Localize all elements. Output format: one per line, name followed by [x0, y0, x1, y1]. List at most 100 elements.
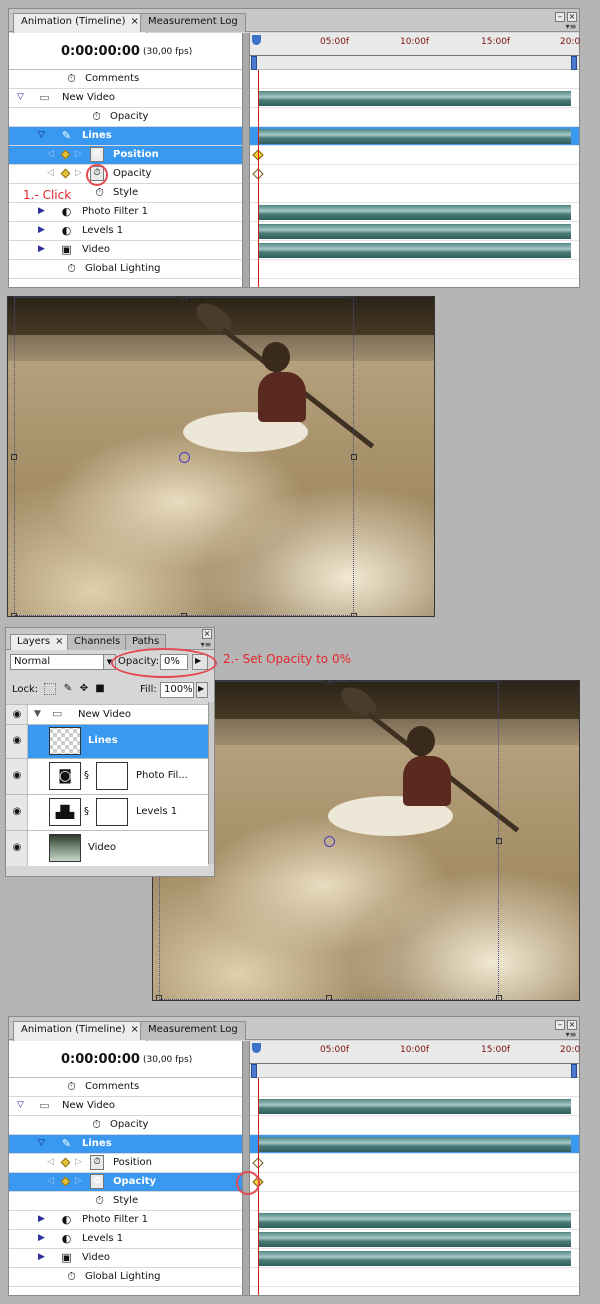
panel-menu-icon[interactable]: ▾≡	[565, 23, 577, 31]
transform-handle[interactable]	[351, 454, 357, 460]
stopwatch-icon[interactable]: ⏱	[90, 1174, 104, 1189]
tab-animation-timeline[interactable]: Animation (Timeline) ×	[13, 1021, 147, 1041]
fill-input[interactable]: 100%	[160, 682, 194, 698]
time-ruler[interactable]: 05:00f 10:00f 15:00f 20:0	[250, 1041, 580, 1078]
row-position[interactable]: ◁ ▷ ⏱ Position	[9, 1154, 242, 1173]
layers-scrollbar[interactable]	[208, 702, 214, 864]
tab-channels[interactable]: Channels	[67, 634, 128, 650]
collapse-triangle-icon[interactable]: ▶	[38, 225, 45, 235]
duration-bar[interactable]	[259, 1251, 571, 1266]
transform-handle[interactable]	[11, 613, 17, 616]
row-comments[interactable]: ⏱ Comments	[9, 1078, 242, 1097]
transform-handle[interactable]	[351, 613, 357, 616]
stopwatch-icon[interactable]: ⏱	[93, 186, 106, 199]
row-photo-filter[interactable]: ▶ ◐ Photo Filter 1	[9, 203, 242, 222]
stopwatch-icon[interactable]: ⏱	[90, 110, 103, 123]
stopwatch-icon[interactable]: ⏱	[90, 1118, 103, 1131]
add-keyframe-icon[interactable]	[60, 1157, 71, 1168]
add-keyframe-icon[interactable]	[60, 1176, 71, 1187]
expand-triangle-icon[interactable]: ▼	[34, 709, 41, 719]
transform-handle[interactable]	[496, 838, 502, 844]
prev-keyframe-icon[interactable]: ◁	[47, 1157, 54, 1167]
fill-slider-button[interactable]: ▶	[196, 682, 208, 698]
reference-point-icon[interactable]	[179, 452, 190, 463]
playhead-icon[interactable]	[252, 35, 261, 45]
column-splitter[interactable]	[242, 33, 250, 287]
next-keyframe-icon[interactable]: ▷	[75, 1176, 82, 1186]
add-keyframe-icon[interactable]	[60, 168, 71, 179]
current-timecode[interactable]: 0:00:00:00	[61, 44, 140, 59]
row-video[interactable]: ▶ ▣ Video	[9, 241, 242, 260]
prev-keyframe-icon[interactable]: ◁	[47, 168, 54, 178]
stopwatch-icon[interactable]: ⏱	[90, 1155, 104, 1170]
row-comments[interactable]: ⏱ Comments	[9, 70, 242, 89]
prev-keyframe-icon[interactable]: ◁	[47, 149, 54, 159]
visibility-eye-icon[interactable]: ◉	[10, 806, 24, 818]
transform-handle[interactable]	[351, 297, 357, 300]
close-panel-icon[interactable]: ×	[567, 12, 577, 22]
duration-bar[interactable]	[259, 129, 571, 144]
row-video[interactable]: ▶ ▣ Video	[9, 1249, 242, 1268]
duration-bar[interactable]	[259, 1213, 571, 1228]
duration-bar[interactable]	[259, 1137, 571, 1152]
stopwatch-icon[interactable]: ⏱	[65, 72, 78, 85]
prev-keyframe-icon[interactable]: ◁	[47, 1176, 54, 1186]
row-new-video[interactable]: ▽ ▭ New Video	[9, 89, 242, 108]
stopwatch-icon[interactable]: ⏱	[93, 1194, 106, 1207]
row-levels[interactable]: ▶ ◐ Levels 1	[9, 222, 242, 241]
row-lines[interactable]: ▽ ✎ Lines	[9, 127, 242, 146]
row-opacity-lines[interactable]: ◁ ▷ ⏱ Opacity	[9, 165, 242, 184]
tab-measurement-log[interactable]: Measurement Log	[140, 13, 246, 32]
duration-bar[interactable]	[259, 205, 571, 220]
expand-triangle-icon[interactable]: ▽	[38, 130, 45, 140]
close-panel-icon[interactable]: ×	[567, 1020, 577, 1030]
current-timecode[interactable]: 0:00:00:00	[61, 1052, 140, 1067]
close-icon[interactable]: ×	[130, 16, 138, 27]
work-area-end-handle[interactable]	[571, 56, 577, 70]
tab-animation-timeline[interactable]: Animation (Timeline) ×	[13, 13, 147, 33]
layer-group-new-video[interactable]: ◉ ▼ ▭ New Video	[6, 704, 208, 724]
next-keyframe-icon[interactable]: ▷	[75, 168, 82, 178]
duration-bar[interactable]	[259, 224, 571, 239]
time-ruler[interactable]: 05:00f 10:00f 15:00f 20:0	[250, 33, 580, 70]
close-panel-icon[interactable]: ×	[202, 629, 212, 639]
transform-handle[interactable]	[496, 681, 502, 684]
minimize-icon[interactable]: –	[555, 1020, 565, 1030]
transform-handle[interactable]	[496, 995, 502, 1000]
stopwatch-icon[interactable]: ⏱	[65, 1270, 78, 1283]
transform-handle[interactable]	[326, 995, 332, 1000]
lock-all-icon[interactable]: ■	[94, 683, 106, 695]
stopwatch-icon[interactable]: ⏱	[65, 262, 78, 275]
collapse-triangle-icon[interactable]: ▶	[38, 1214, 45, 1224]
work-area-end-handle[interactable]	[571, 1064, 577, 1078]
row-opacity[interactable]: ⏱ Opacity	[9, 108, 242, 127]
panel-menu-icon[interactable]: ▾≡	[200, 641, 212, 649]
stopwatch-icon[interactable]: ⏱	[65, 1080, 78, 1093]
duration-bar[interactable]	[259, 1232, 571, 1247]
row-opacity[interactable]: ⏱ Opacity	[9, 1116, 242, 1135]
collapse-triangle-icon[interactable]: ▶	[38, 206, 45, 216]
work-area-start-handle[interactable]	[251, 56, 257, 70]
duration-bar[interactable]	[259, 243, 571, 258]
work-area-start-handle[interactable]	[251, 1064, 257, 1078]
expand-triangle-icon[interactable]: ▽	[17, 92, 24, 102]
visibility-eye-icon[interactable]: ◉	[10, 709, 24, 721]
next-keyframe-icon[interactable]: ▷	[75, 149, 82, 159]
playhead-icon[interactable]	[252, 1043, 261, 1053]
duration-bar[interactable]	[259, 91, 571, 106]
duration-bar[interactable]	[259, 1099, 571, 1114]
transform-handle[interactable]	[11, 454, 17, 460]
collapse-triangle-icon[interactable]: ▶	[38, 1233, 45, 1243]
row-levels[interactable]: ▶ ◐ Levels 1	[9, 1230, 242, 1249]
reference-point-icon[interactable]	[324, 836, 335, 847]
lock-move-icon[interactable]: ✥	[78, 683, 90, 695]
layer-levels[interactable]: ◉ ▟▙ § Levels 1	[6, 794, 208, 830]
close-icon[interactable]: ×	[130, 1024, 138, 1035]
expand-triangle-icon[interactable]: ▽	[17, 1100, 24, 1110]
transform-handle[interactable]	[326, 681, 332, 684]
row-global-lighting[interactable]: ⏱ Global Lighting	[9, 260, 242, 279]
row-global-lighting[interactable]: ⏱ Global Lighting	[9, 1268, 242, 1287]
panel-menu-icon[interactable]: ▾≡	[565, 1031, 577, 1039]
link-icon[interactable]: §	[84, 770, 89, 781]
collapse-triangle-icon[interactable]: ▶	[38, 1252, 45, 1262]
